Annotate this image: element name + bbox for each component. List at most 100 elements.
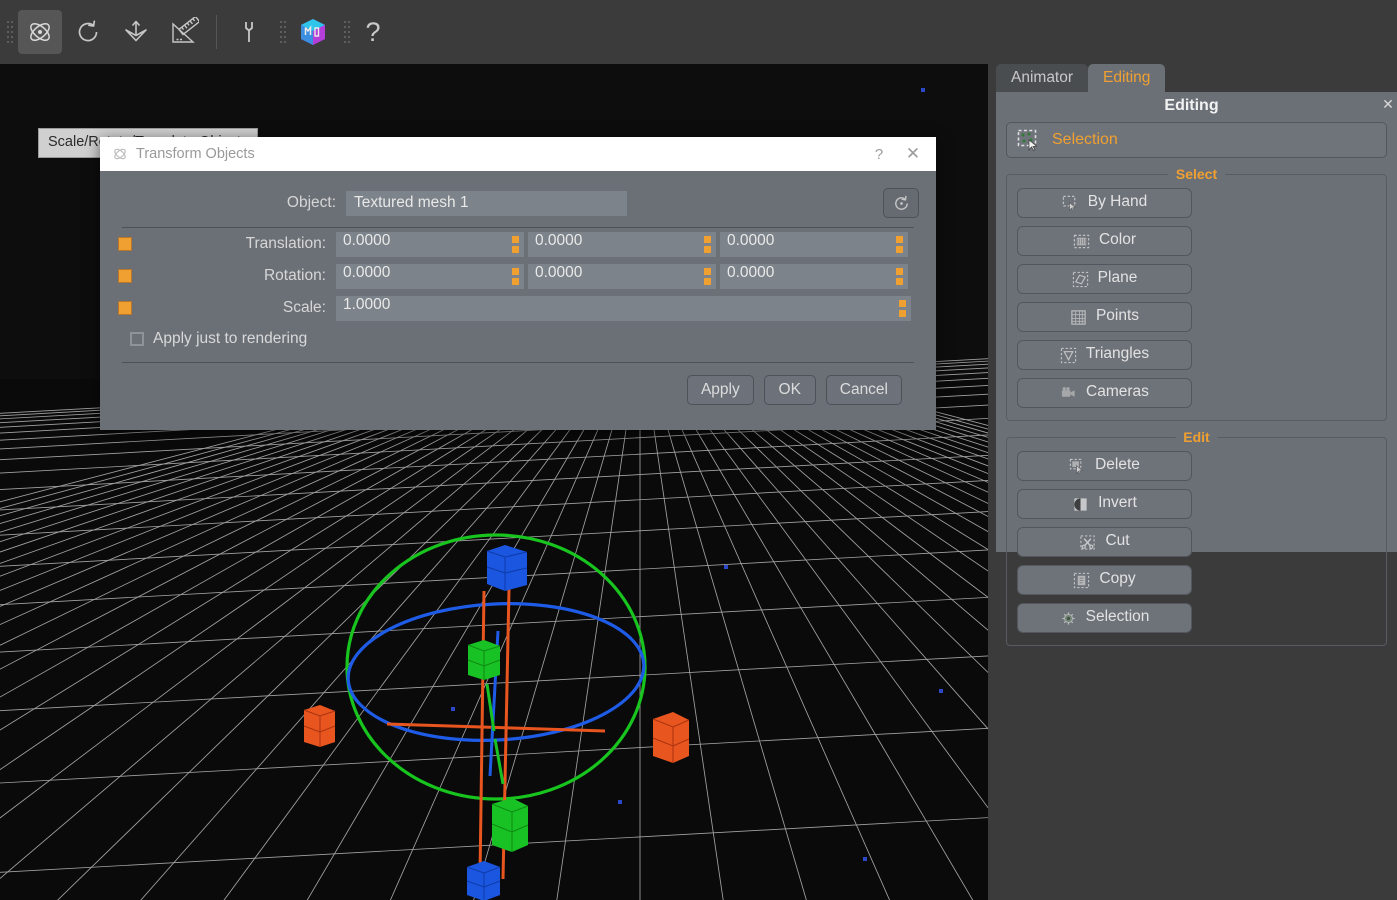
ruler-icon: [169, 17, 199, 47]
panel-header: Editing ✕: [996, 92, 1397, 120]
selection-tool-label: Selection: [1052, 131, 1118, 148]
scale-input[interactable]: 1.0000: [336, 295, 911, 321]
wrench-icon: [236, 19, 262, 45]
hand-marquee-icon: [1062, 195, 1079, 212]
gizmo-handle-x-pos[interactable]: [652, 712, 690, 763]
atom-gizmo-icon: [26, 18, 54, 46]
select-by-hand-label: By Hand: [1087, 193, 1148, 210]
dialog-title-text: Transform Objects: [136, 146, 255, 162]
close-icon[interactable]: ✕: [1381, 96, 1395, 113]
points-grid-icon: [1070, 309, 1087, 326]
copy-icon: [1073, 572, 1090, 589]
gizmo-handle-z-pos[interactable]: [486, 545, 528, 591]
translation-x-input[interactable]: 0.0000: [336, 231, 524, 257]
toolbar-button-rotate[interactable]: [66, 10, 110, 54]
cancel-button[interactable]: Cancel: [825, 375, 902, 405]
toolbar-drag-handle[interactable]: [3, 12, 13, 52]
scale-label: Scale:: [282, 299, 326, 316]
translation-x-spinner[interactable]: [512, 235, 519, 253]
rotation-x-input[interactable]: 0.0000: [336, 263, 524, 289]
object-name-input[interactable]: Textured mesh 1: [346, 190, 627, 216]
atom-gizmo-icon: [112, 146, 128, 162]
rotation-x-field-wrap: 0.0000: [336, 263, 524, 289]
selection-marquee-icon: [1016, 128, 1040, 152]
gizmo-axis-y-b: [493, 738, 505, 785]
edit-selection-button[interactable]: Selection: [1017, 603, 1192, 633]
edit-copy-button[interactable]: Copy: [1017, 565, 1192, 595]
gizmo-handle-y-pos[interactable]: [467, 640, 501, 680]
ok-button[interactable]: OK: [763, 375, 816, 405]
edit-copy-label: Copy: [1099, 570, 1136, 587]
edit-cut-label: Cut: [1105, 532, 1130, 549]
plane-icon: [1072, 271, 1089, 288]
toolbar-button-measure[interactable]: [162, 10, 206, 54]
translation-z-field-wrap: 0.0000: [720, 231, 908, 257]
select-points-button[interactable]: Points: [1017, 302, 1192, 332]
edit-invert-button[interactable]: Invert: [1017, 489, 1192, 519]
toolbar-button-filters[interactable]: [227, 10, 271, 54]
tab-animator[interactable]: Animator: [996, 64, 1089, 92]
rotation-y-spinner[interactable]: [704, 267, 711, 285]
dialog-help-button[interactable]: ?: [862, 139, 896, 169]
rotation-y-field-wrap: 0.0000: [528, 263, 716, 289]
select-plane-button[interactable]: Plane: [1017, 264, 1192, 294]
gizmo-axis-x2: [478, 590, 486, 877]
right-panel: Animator Editing Editing ✕ Selection Sel…: [988, 64, 1397, 900]
translation-z-input[interactable]: 0.0000: [720, 231, 908, 257]
reset-transform-button[interactable]: [883, 188, 919, 218]
translation-z-spinner[interactable]: [896, 235, 903, 253]
edit-invert-label: Invert: [1098, 494, 1137, 511]
panel-tabs: Animator Editing: [988, 64, 1397, 92]
scale-row: Scale: 1.0000: [112, 292, 924, 324]
translation-y-input[interactable]: 0.0000: [528, 231, 716, 257]
gizmo-handle-x-neg[interactable]: [303, 705, 336, 747]
select-group-title: Select: [1167, 166, 1226, 182]
select-cameras-button[interactable]: Cameras: [1017, 378, 1192, 408]
page-title: Editing: [1164, 97, 1219, 114]
rotation-label: Rotation:: [263, 267, 326, 284]
apply-button[interactable]: Apply: [686, 375, 754, 405]
transform-objects-dialog: Transform Objects ? ✕ Object: Textured m…: [100, 137, 936, 430]
toolbar-button-meshlab[interactable]: [291, 10, 335, 54]
toolbar-help-button[interactable]: ?: [353, 18, 393, 46]
select-triangles-button[interactable]: Triangles: [1017, 340, 1192, 370]
current-tool-selection-bar[interactable]: Selection: [1006, 122, 1387, 158]
rotation-z-input[interactable]: 0.0000: [720, 263, 908, 289]
select-color-label: Color: [1098, 231, 1137, 248]
rotation-lock-toggle[interactable]: [118, 269, 132, 283]
editing-panel: Editing ✕ Selection Select By Hand Color…: [996, 92, 1397, 646]
refresh-circle-icon: [892, 194, 911, 213]
object-row: Object: Textured mesh 1: [112, 181, 924, 225]
toolbar-button-scale-rotate-translate[interactable]: [18, 10, 62, 54]
toolbar-button-align[interactable]: [114, 10, 158, 54]
scale-lock-toggle[interactable]: [118, 301, 132, 315]
translation-row: Translation: 0.0000 0.0000 0.0000: [112, 228, 924, 260]
translation-label: Translation:: [245, 235, 326, 252]
apply-just-to-rendering-checkbox[interactable]: [130, 332, 144, 346]
translation-y-spinner[interactable]: [704, 235, 711, 253]
rotation-x-spinner[interactable]: [512, 267, 519, 285]
dialog-title-bar[interactable]: Transform Objects ? ✕: [100, 137, 936, 171]
toolbar-drag-handle-2[interactable]: [276, 12, 286, 52]
scale-spinner[interactable]: [899, 299, 906, 317]
meshlab-cube-icon: [297, 16, 329, 48]
toolbar-separator-1: [216, 15, 217, 49]
edit-delete-button[interactable]: Delete: [1017, 451, 1192, 481]
rotation-z-spinner[interactable]: [896, 267, 903, 285]
gizmo-handle-z-neg[interactable]: [466, 861, 501, 900]
toolbar-drag-handle-3[interactable]: [340, 12, 350, 52]
translation-lock-toggle[interactable]: [118, 237, 132, 251]
close-icon[interactable]: ✕: [896, 139, 930, 169]
gizmo-handle-y-neg[interactable]: [491, 798, 529, 852]
select-by-hand-button[interactable]: By Hand: [1017, 188, 1192, 218]
edit-cut-button[interactable]: Cut: [1017, 527, 1192, 557]
select-triangles-label: Triangles: [1085, 345, 1150, 362]
edit-selection-label: Selection: [1085, 608, 1150, 625]
align-arrow-icon: [122, 18, 150, 46]
rotation-y-input[interactable]: 0.0000: [528, 263, 716, 289]
invert-icon: [1072, 496, 1089, 513]
tab-editing[interactable]: Editing: [1088, 64, 1166, 92]
circular-arrow-icon: [74, 18, 102, 46]
main-toolbar: ?: [0, 0, 1397, 64]
select-color-button[interactable]: Color: [1017, 226, 1192, 256]
